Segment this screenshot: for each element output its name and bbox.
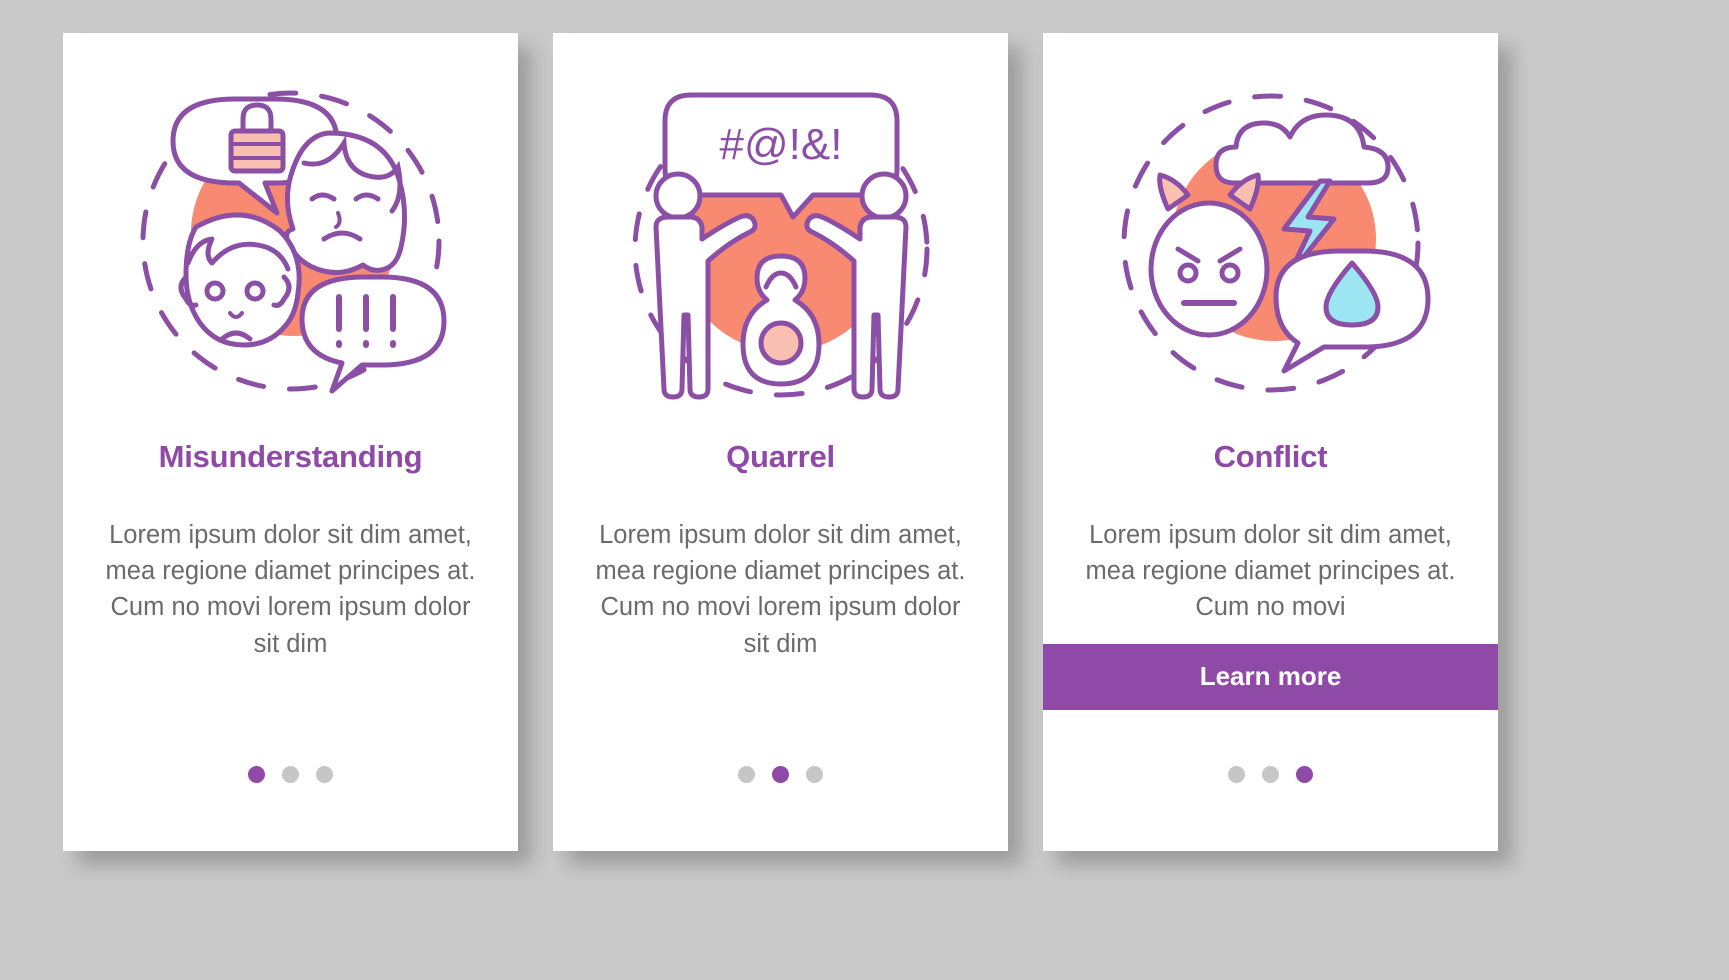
card-body-text: Lorem ipsum dolor sit dim amet, mea regi… [1085, 521, 1456, 622]
pagination-dots [1043, 766, 1498, 783]
conflict-illustration [1106, 71, 1436, 411]
pagination-dot-3[interactable] [806, 766, 823, 783]
pagination-dot-2[interactable] [772, 766, 789, 783]
onboarding-screens-canvas: Misunderstanding Lorem ipsum dolor sit d… [0, 0, 1729, 980]
misunderstanding-illustration [126, 71, 456, 411]
pagination-dots [553, 766, 1008, 783]
swear-bubble-text: #@!&! [719, 120, 842, 169]
pagination-dot-1[interactable] [738, 766, 755, 783]
onboarding-card-quarrel: #@!&! Quarrel Lorem ipsum dolor sit dim … [553, 33, 1008, 851]
onboarding-card-misunderstanding: Misunderstanding Lorem ipsum dolor sit d… [63, 33, 518, 851]
onboarding-card-conflict: Conflict Lorem ipsum dolor sit dim amet,… [1043, 33, 1498, 851]
pagination-dot-1[interactable] [248, 766, 265, 783]
pagination-dot-2[interactable] [282, 766, 299, 783]
sad-girl-face-icon [283, 130, 407, 275]
card-title: Conflict [1213, 439, 1328, 474]
pagination-dot-3[interactable] [316, 766, 333, 783]
water-drop-speech-bubble-icon [1273, 248, 1430, 374]
pagination-dots [63, 766, 518, 783]
pagination-dot-1[interactable] [1228, 766, 1245, 783]
card-title: Misunderstanding [158, 439, 423, 474]
quarrel-illustration: #@!&! [616, 71, 946, 411]
sad-boy-face-icon [178, 212, 302, 348]
card-body-text: Lorem ipsum dolor sit dim amet, mea regi… [595, 521, 966, 658]
exclamation-speech-bubble-icon [299, 274, 446, 394]
card-body-text: Lorem ipsum dolor sit dim amet, mea regi… [105, 521, 476, 658]
pagination-dot-3[interactable] [1296, 766, 1313, 783]
learn-more-button[interactable]: Learn more [1043, 643, 1498, 710]
pagination-dot-2[interactable] [1262, 766, 1279, 783]
card-title: Quarrel [726, 439, 835, 474]
